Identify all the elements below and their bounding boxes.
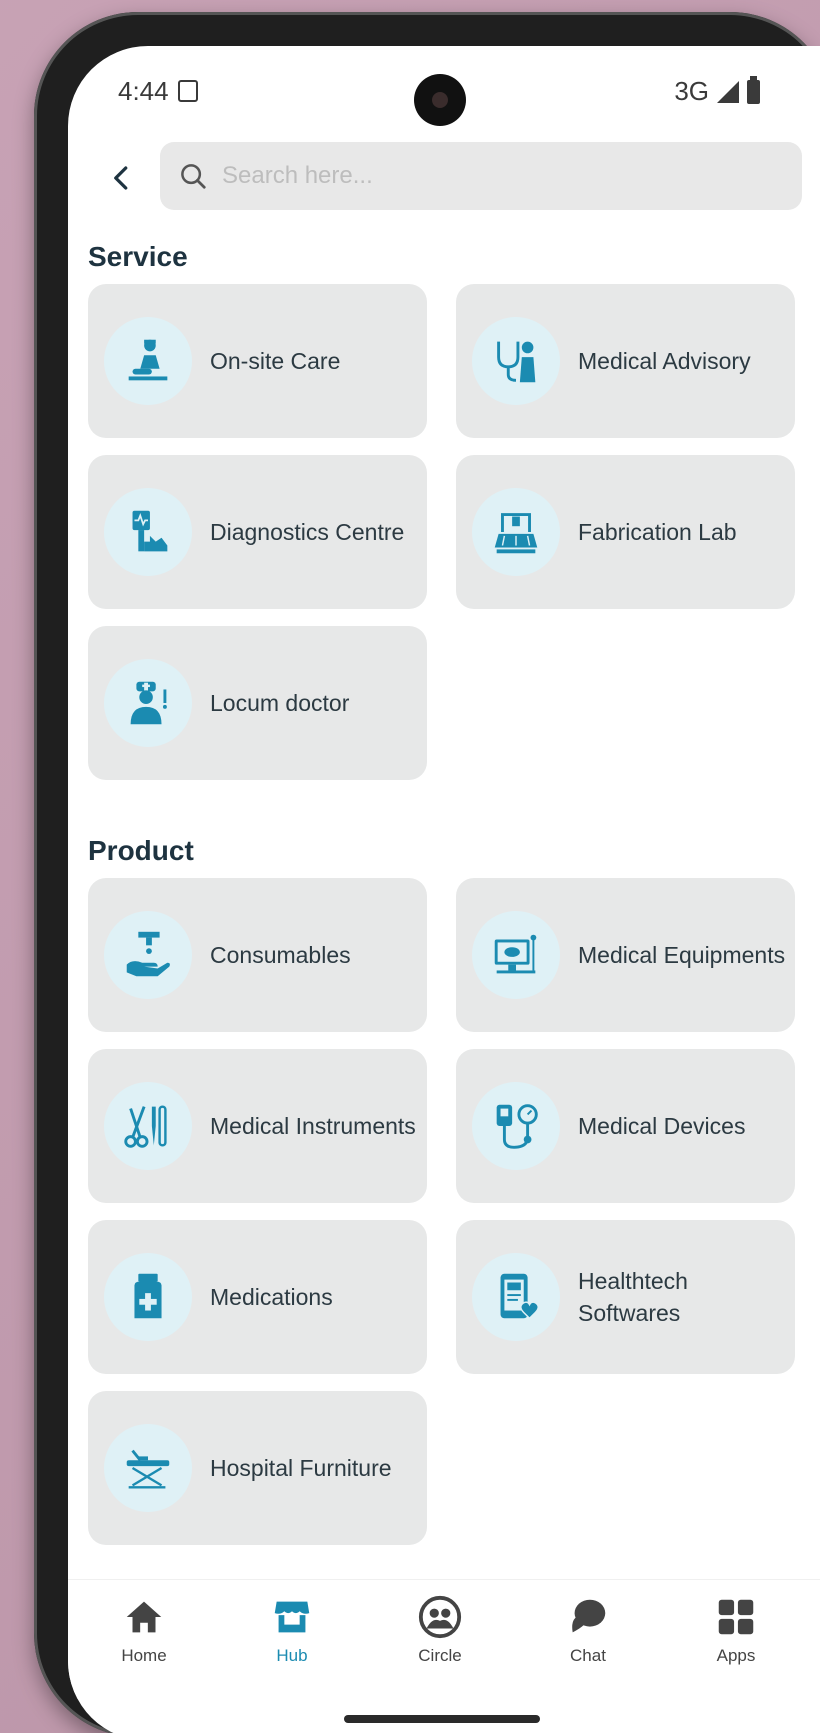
home-indicator[interactable] bbox=[344, 1715, 540, 1723]
battery-icon bbox=[747, 75, 760, 104]
chat-icon bbox=[572, 1599, 606, 1633]
status-bar: 4:44 3G bbox=[68, 74, 820, 126]
nav-label: Chat bbox=[570, 1646, 606, 1665]
card-label: Medical Instruments bbox=[210, 1113, 416, 1139]
card-label: Fabrication Lab bbox=[578, 519, 737, 545]
medical-instruments-icon bbox=[104, 1082, 192, 1170]
card-medical-instruments[interactable]: Medical Instruments bbox=[88, 1049, 427, 1203]
medical-advisory-icon bbox=[472, 317, 560, 405]
status-time: 4:44 bbox=[118, 76, 169, 106]
nav-apps[interactable]: Apps bbox=[676, 1594, 796, 1666]
card-label: Medications bbox=[210, 1284, 333, 1310]
card-onsite-care[interactable]: On-site Care bbox=[88, 284, 427, 438]
network-type: 3G bbox=[674, 76, 709, 106]
card-fabrication-lab[interactable]: Fabrication Lab bbox=[456, 455, 795, 609]
card-medical-advisory[interactable]: Medical Advisory bbox=[456, 284, 795, 438]
card-medical-devices[interactable]: Medical Devices bbox=[456, 1049, 795, 1203]
card-medications[interactable]: Medications bbox=[88, 1220, 427, 1374]
phone-screen: 4:44 3G Service On-site Care Medical Adv… bbox=[68, 46, 820, 1733]
front-camera bbox=[414, 74, 466, 126]
card-consumables[interactable]: Consumables bbox=[88, 878, 427, 1032]
nav-home[interactable]: Home bbox=[84, 1594, 204, 1666]
section-title-service: Service bbox=[88, 241, 188, 272]
section-title-product: Product bbox=[88, 835, 194, 866]
card-label: Medical Advisory bbox=[578, 348, 751, 374]
chevron-left-icon bbox=[114, 166, 128, 190]
bottom-nav: Home Hub Circle Chat Apps bbox=[68, 1579, 820, 1699]
circle-icon bbox=[418, 1595, 462, 1639]
nav-label: Home bbox=[121, 1646, 167, 1665]
diagnostics-icon bbox=[104, 488, 192, 576]
nav-chat[interactable]: Chat bbox=[528, 1594, 648, 1666]
hospital-furniture-icon bbox=[104, 1424, 192, 1512]
search-bar[interactable] bbox=[160, 142, 802, 210]
notification-icon bbox=[178, 80, 198, 102]
header bbox=[68, 142, 820, 214]
card-label: Medical Devices bbox=[578, 1113, 746, 1139]
card-label: Medical Equipments bbox=[578, 942, 786, 968]
card-label: Hospital Furniture bbox=[210, 1455, 392, 1481]
nav-hub[interactable]: Hub bbox=[232, 1594, 352, 1666]
card-hospital-furniture[interactable]: Hospital Furniture bbox=[88, 1391, 427, 1545]
medications-icon bbox=[104, 1253, 192, 1341]
consumables-icon bbox=[104, 911, 192, 999]
medical-equipment-icon bbox=[472, 911, 560, 999]
medical-devices-icon bbox=[472, 1082, 560, 1170]
card-label: On-site Care bbox=[210, 348, 341, 374]
card-healthtech-softwares[interactable]: Healthtech Softwares bbox=[456, 1220, 795, 1374]
card-locum-doctor[interactable]: Locum doctor bbox=[88, 626, 427, 780]
onsite-care-icon bbox=[104, 317, 192, 405]
back-button[interactable] bbox=[98, 154, 146, 202]
home-icon bbox=[126, 1601, 162, 1633]
card-label: Locum doctor bbox=[210, 690, 350, 716]
hub-icon bbox=[274, 1601, 310, 1633]
status-indicators: 3G bbox=[674, 75, 760, 107]
card-diagnostics-centre[interactable]: Diagnostics Centre bbox=[88, 455, 427, 609]
card-label: Diagnostics Centre bbox=[210, 519, 405, 545]
nav-label: Hub bbox=[276, 1646, 308, 1665]
search-input[interactable] bbox=[222, 162, 742, 190]
nav-circle[interactable]: Circle bbox=[380, 1594, 500, 1666]
apps-icon bbox=[718, 1599, 754, 1635]
card-label: Consumables bbox=[210, 942, 351, 968]
locum-doctor-icon bbox=[104, 659, 192, 747]
healthtech-icon bbox=[472, 1253, 560, 1341]
card-medical-equipments[interactable]: Medical Equipments bbox=[456, 878, 795, 1032]
nav-label: Apps bbox=[716, 1646, 756, 1665]
card-label: Healthtech Softwares bbox=[578, 1268, 688, 1326]
signal-icon bbox=[717, 80, 739, 103]
nav-label: Circle bbox=[418, 1646, 462, 1665]
fabrication-lab-icon bbox=[472, 488, 560, 576]
search-icon bbox=[181, 164, 206, 189]
